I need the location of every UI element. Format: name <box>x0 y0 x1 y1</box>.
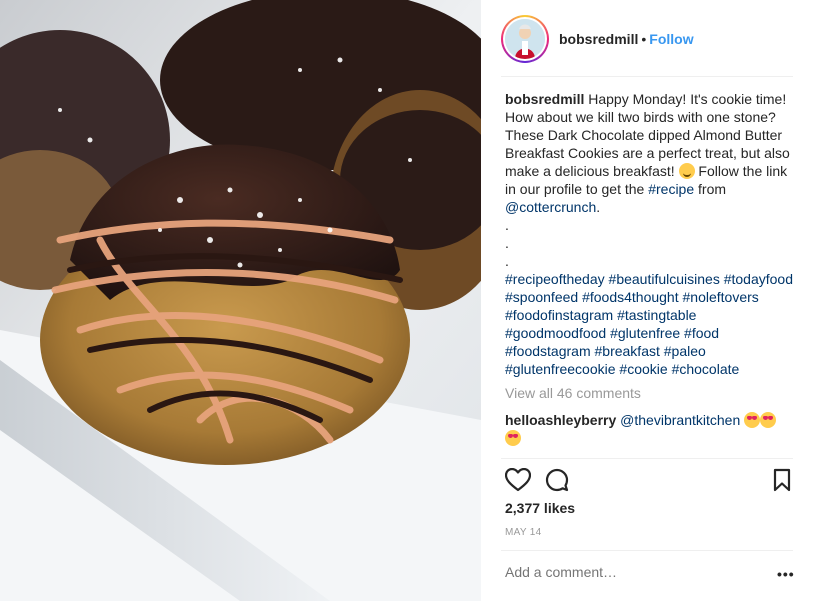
mention-link[interactable]: @cottercrunch <box>505 199 596 215</box>
caption-username[interactable]: bobsredmill <box>505 91 584 107</box>
view-all-comments-link[interactable]: View all 46 comments <box>505 384 795 402</box>
avatar-illustration <box>505 19 545 59</box>
caption-dot-line: . <box>505 253 509 269</box>
hashtag-link[interactable]: #paleo <box>664 343 706 359</box>
post-side-panel: bobsredmill • Follow bobsredmill Happy Mon… <box>481 0 816 601</box>
hashtag-link[interactable]: #glutenfreecookie <box>505 361 616 377</box>
post-photo[interactable] <box>0 0 481 601</box>
hashtag-list: #recipeoftheday #beautifulcuisines #toda… <box>505 270 795 378</box>
smile-emoji-icon <box>678 163 695 179</box>
actions-divider <box>501 458 793 459</box>
caption-dot-line: . <box>505 235 509 251</box>
heart-eyes-emoji-icon <box>760 412 777 428</box>
comment: helloashleyberry @thevibrantkitchen <box>505 411 795 447</box>
bookmark-icon[interactable] <box>773 468 791 497</box>
caption-dot-line: . <box>505 217 509 233</box>
hashtag-link[interactable]: #recipe <box>648 181 694 197</box>
heart-icon[interactable] <box>504 467 532 497</box>
caption-text-3: from <box>694 181 727 197</box>
heart-eyes-emoji-icon <box>505 430 521 446</box>
hashtag-link[interactable]: #foods4thought <box>582 289 679 305</box>
cookie-photo-illustration <box>0 0 481 601</box>
follow-button[interactable]: Follow <box>649 31 693 47</box>
comment-username[interactable]: helloashleyberry <box>505 412 616 428</box>
comment-mention-link[interactable]: @thevibrantkitchen <box>620 412 740 428</box>
story-ring[interactable] <box>501 15 549 63</box>
hashtag-link[interactable]: #todayfood <box>724 271 793 287</box>
comment-icon[interactable] <box>545 468 569 497</box>
hashtag-link[interactable]: #foodstagram <box>505 343 591 359</box>
post-date[interactable]: MAY 14 <box>505 527 541 538</box>
hashtag-link[interactable]: #chocolate <box>672 361 740 377</box>
hashtag-link[interactable]: #breakfast <box>595 343 660 359</box>
hashtag-link[interactable]: #tastingtable <box>617 307 696 323</box>
action-bar <box>503 466 793 496</box>
hashtag-link[interactable]: #spoonfeed <box>505 289 578 305</box>
post-author-username[interactable]: bobsredmill <box>559 31 638 47</box>
comment-box-divider <box>501 550 793 551</box>
caption-text-4: . <box>596 199 601 215</box>
like-count[interactable]: 2,377 likes <box>505 500 575 516</box>
caption: bobsredmill Happy Monday! It's cookie ti… <box>505 90 795 378</box>
separator-dot: • <box>641 31 647 47</box>
avatar-image <box>505 19 545 59</box>
more-options-button[interactable]: ••• <box>777 566 795 582</box>
hashtag-link[interactable]: #recipeoftheday <box>505 271 605 287</box>
add-comment-input[interactable] <box>505 564 745 580</box>
avatar[interactable] <box>503 17 547 61</box>
hashtag-link[interactable]: #beautifulcuisines <box>609 271 720 287</box>
heart-eyes-emoji-icon <box>744 412 761 428</box>
comments-area[interactable]: bobsredmill Happy Monday! It's cookie ti… <box>505 90 795 458</box>
hashtag-link[interactable]: #food <box>684 325 719 341</box>
hashtag-link[interactable]: #noleftovers <box>683 289 759 305</box>
header-divider <box>501 76 793 77</box>
hashtag-link[interactable]: #goodmoodfood <box>505 325 606 341</box>
hashtag-link[interactable]: #foodofinstagram <box>505 307 613 323</box>
hashtag-link[interactable]: #glutenfree <box>610 325 680 341</box>
hashtag-link[interactable]: #cookie <box>619 361 667 377</box>
post-header: bobsredmill • Follow <box>501 14 793 64</box>
